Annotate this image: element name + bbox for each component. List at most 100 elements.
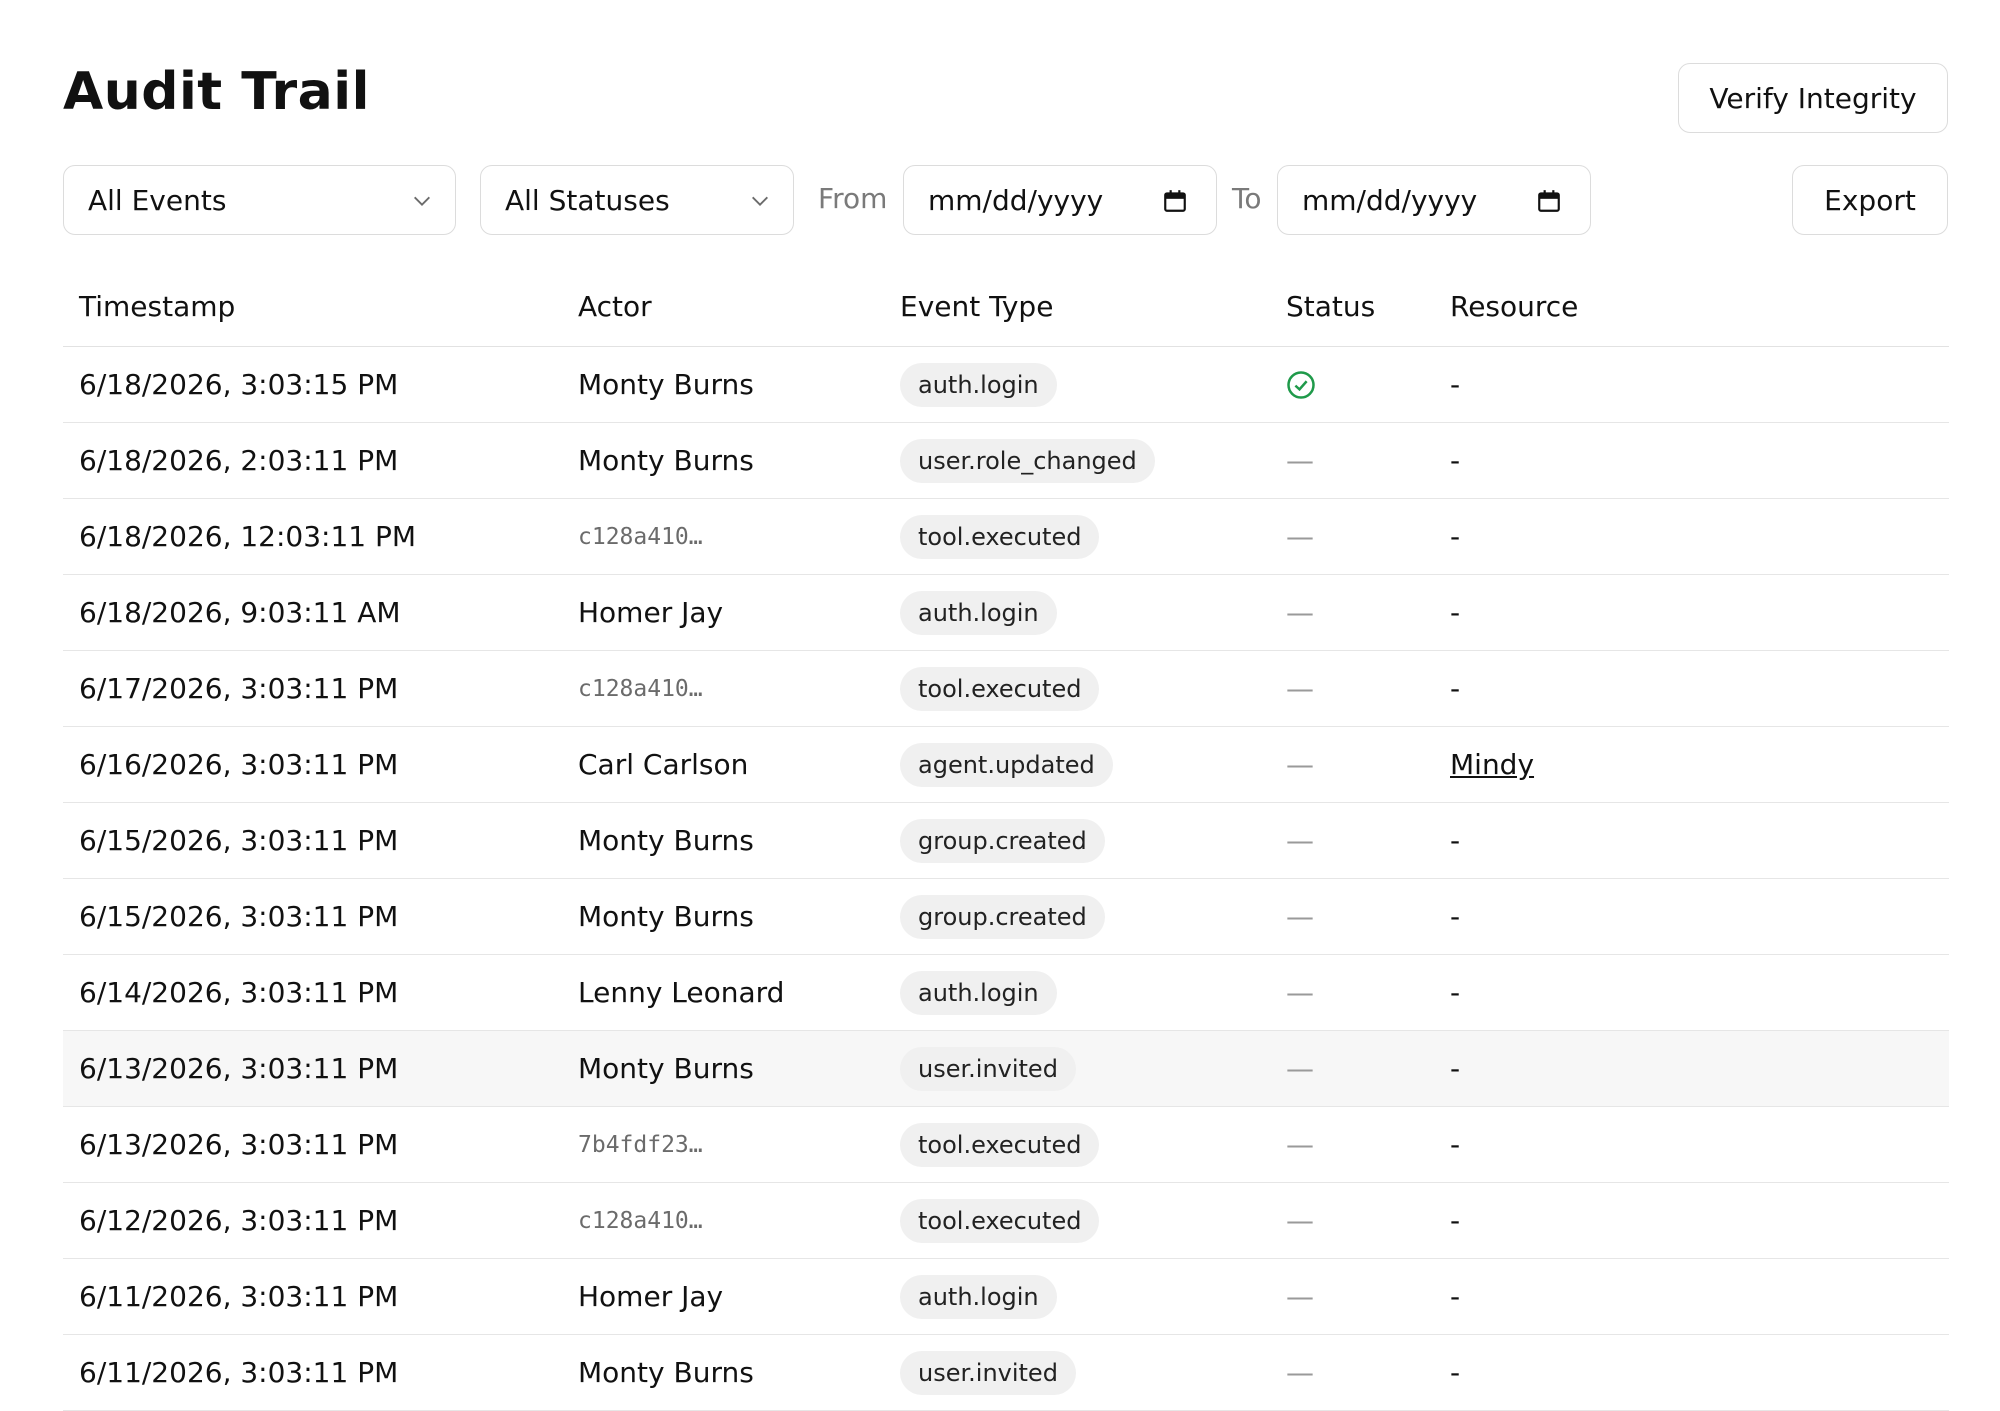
event-type-badge: auth.login: [900, 970, 1057, 1015]
chevron-down-icon: [414, 196, 430, 206]
status-cell: —: [1286, 803, 1314, 878]
status-cell: —: [1286, 879, 1314, 954]
resource-value: -: [1450, 1280, 1461, 1313]
from-date-value: mm/dd/yyyy: [928, 183, 1104, 217]
status-cell: —: [1286, 1107, 1314, 1182]
status-cell: —: [1286, 1183, 1314, 1258]
actor-cell: Homer Jay: [578, 596, 724, 629]
event-type-cell: tool.executed: [900, 1107, 1100, 1182]
table-body: 6/18/2026, 3:03:15 PM Monty Burns auth.log…: [63, 347, 1949, 1411]
table-row[interactable]: 6/15/2026, 3:03:11 PM Monty Burns group.cr…: [63, 879, 1949, 955]
actor-cell: Monty Burns: [578, 1356, 754, 1389]
actor-cell: Lenny Leonard: [578, 976, 785, 1009]
resource-cell: -: [1450, 803, 1460, 878]
resource-cell: -: [1450, 1335, 1460, 1410]
resource-cell: -: [1450, 499, 1460, 574]
table-header: Timestamp Actor Event Type Status Resour…: [63, 270, 1949, 347]
resource-value: -: [1450, 1204, 1461, 1237]
table-row[interactable]: 6/18/2026, 12:03:11 PM c128a410… tool.exec…: [63, 499, 1949, 575]
event-type-select[interactable]: All Events: [63, 165, 456, 235]
actor-cell: Monty Burns: [578, 824, 754, 857]
event-type-cell: agent.updated: [900, 727, 1113, 802]
event-type-cell: user.invited: [900, 1031, 1076, 1106]
status-select[interactable]: All Statuses: [480, 165, 794, 235]
resource-link[interactable]: Mindy: [1450, 748, 1534, 781]
event-type-cell: user.role_changed: [900, 423, 1155, 498]
table-row[interactable]: 6/17/2026, 3:03:11 PM c128a410… tool.execu…: [63, 651, 1949, 727]
from-date-input[interactable]: mm/dd/yyyy: [903, 165, 1217, 235]
resource-value: -: [1450, 1052, 1461, 1085]
actor-id-cell: c128a410…: [578, 523, 703, 550]
event-type-badge: tool.executed: [900, 514, 1100, 559]
actor-cell: Carl Carlson: [578, 748, 749, 781]
calendar-icon[interactable]: [1162, 188, 1188, 214]
actor-cell: Homer Jay: [578, 1280, 724, 1313]
resource-value: -: [1450, 368, 1461, 401]
resource-value: -: [1450, 444, 1461, 477]
timestamp-cell: 6/17/2026, 3:03:11 PM: [79, 672, 399, 705]
timestamp-cell: 6/18/2026, 3:03:15 PM: [79, 368, 399, 401]
status-empty: —: [1286, 520, 1314, 553]
status-cell: —: [1286, 1335, 1314, 1410]
resource-value: -: [1450, 1356, 1461, 1389]
status-cell: —: [1286, 1259, 1314, 1334]
status-empty: —: [1286, 900, 1314, 933]
timestamp-cell: 6/18/2026, 2:03:11 PM: [79, 444, 399, 477]
timestamp-cell: 6/12/2026, 3:03:11 PM: [79, 1204, 399, 1237]
check-circle-icon: [1287, 370, 1315, 399]
page-title: Audit Trail: [63, 62, 370, 122]
resource-cell: -: [1450, 347, 1460, 422]
resource-value: -: [1450, 900, 1461, 933]
resource-cell: -: [1450, 423, 1460, 498]
timestamp-cell: 6/15/2026, 3:03:11 PM: [79, 824, 399, 857]
table-row[interactable]: 6/14/2026, 3:03:11 PM Lenny Leonard auth.l…: [63, 955, 1949, 1031]
event-type-badge: tool.executed: [900, 1198, 1100, 1243]
actor-id-cell: 7b4fdf23…: [578, 1131, 703, 1158]
table-row[interactable]: 6/13/2026, 3:03:11 PM 7b4fdf23… tool.execu…: [63, 1107, 1949, 1183]
verify-integrity-button[interactable]: Verify Integrity: [1678, 63, 1948, 133]
table-row[interactable]: 6/16/2026, 3:03:11 PM Carl Carlson agent.u…: [63, 727, 1949, 803]
table-row[interactable]: 6/15/2026, 3:03:11 PM Monty Burns group.cr…: [63, 803, 1949, 879]
table-row[interactable]: 6/13/2026, 3:03:11 PM Monty Burns user.inv…: [63, 1031, 1949, 1107]
table-row[interactable]: 6/11/2026, 3:03:11 PM Monty Burns user.inv…: [63, 1335, 1949, 1411]
column-header-timestamp[interactable]: Timestamp: [79, 290, 235, 323]
table-row[interactable]: 6/11/2026, 3:03:11 PM Homer Jay auth.login…: [63, 1259, 1949, 1335]
timestamp-cell: 6/14/2026, 3:03:11 PM: [79, 976, 399, 1009]
resource-cell: -: [1450, 879, 1460, 954]
calendar-icon[interactable]: [1536, 188, 1562, 214]
export-button[interactable]: Export: [1792, 165, 1948, 235]
table-row[interactable]: 6/18/2026, 3:03:15 PM Monty Burns auth.log…: [63, 347, 1949, 423]
status-empty: —: [1286, 596, 1314, 629]
event-type-select-value: All Events: [88, 183, 227, 217]
event-type-badge: auth.login: [900, 1274, 1057, 1319]
status-cell: —: [1286, 423, 1314, 498]
resource-cell: -: [1450, 575, 1460, 650]
event-type-badge: auth.login: [900, 590, 1057, 635]
event-type-cell: auth.login: [900, 1259, 1057, 1334]
event-type-cell: auth.login: [900, 955, 1057, 1030]
event-type-cell: tool.executed: [900, 499, 1100, 574]
status-empty: —: [1286, 748, 1314, 781]
event-type-cell: group.created: [900, 803, 1105, 878]
actor-cell: Monty Burns: [578, 1052, 754, 1085]
resource-value: -: [1450, 596, 1461, 629]
column-header-status[interactable]: Status: [1286, 290, 1375, 323]
to-date-input[interactable]: mm/dd/yyyy: [1277, 165, 1591, 235]
resource-value: -: [1450, 672, 1461, 705]
table-row[interactable]: 6/18/2026, 9:03:11 AM Homer Jay auth.login…: [63, 575, 1949, 651]
resource-value: -: [1450, 1128, 1461, 1161]
timestamp-cell: 6/11/2026, 3:03:11 PM: [79, 1356, 399, 1389]
timestamp-cell: 6/11/2026, 3:03:11 PM: [79, 1280, 399, 1313]
resource-value: -: [1450, 976, 1461, 1009]
column-header-resource[interactable]: Resource: [1450, 290, 1578, 323]
event-type-cell: group.created: [900, 879, 1105, 954]
status-select-value: All Statuses: [505, 183, 670, 217]
resource-value: -: [1450, 520, 1461, 553]
column-header-event-type[interactable]: Event Type: [900, 290, 1053, 323]
event-type-badge: user.role_changed: [900, 438, 1155, 483]
event-type-badge: user.invited: [900, 1046, 1076, 1091]
table-row[interactable]: 6/18/2026, 2:03:11 PM Monty Burns user.rol…: [63, 423, 1949, 499]
table-row[interactable]: 6/12/2026, 3:03:11 PM c128a410… tool.execu…: [63, 1183, 1949, 1259]
column-header-actor[interactable]: Actor: [578, 290, 652, 323]
status-empty: —: [1286, 1280, 1314, 1313]
